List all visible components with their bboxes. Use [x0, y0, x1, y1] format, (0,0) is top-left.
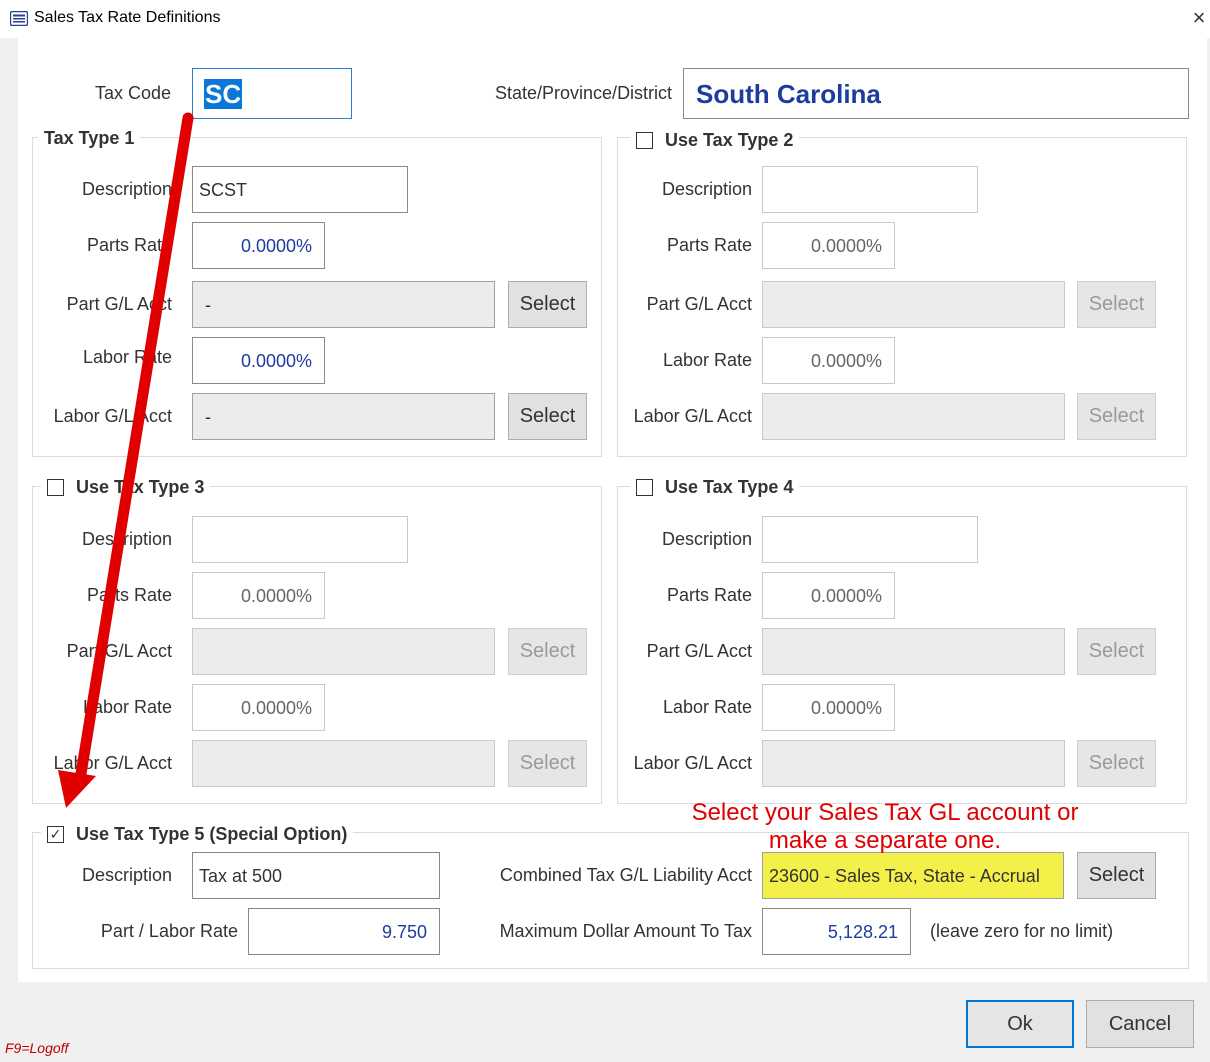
t4-part-gl-label: Part G/L Acct [646, 641, 752, 661]
t1-labor-rate-label: Labor Rate [82, 347, 172, 367]
app-window-icon [10, 11, 28, 26]
t3-parts-rate-input[interactable]: 0.0000% [192, 572, 325, 619]
tax-type-3-title: Use Tax Type 3 [41, 476, 211, 498]
t1-labor-rate-input[interactable]: 0.0000% [192, 337, 325, 384]
t2-parts-rate-label: Parts Rate [666, 235, 752, 255]
t4-parts-rate-input[interactable]: 0.0000% [762, 572, 895, 619]
t4-labor-rate-input[interactable]: 0.0000% [762, 684, 895, 731]
tax-code-selected-text: SC [204, 79, 243, 109]
t4-part-gl-select-button[interactable]: Select [1077, 628, 1156, 675]
state-label: State/Province/District [495, 83, 673, 103]
t1-part-gl-label: Part G/L Acct [66, 294, 172, 314]
tax-type-4-title: Use Tax Type 4 [630, 476, 800, 498]
t4-labor-gl-label: Labor G/L Acct [633, 753, 752, 773]
t2-description-input[interactable] [762, 166, 978, 213]
t3-labor-gl-input [192, 740, 495, 787]
t1-parts-rate-label: Parts Rate [86, 235, 172, 255]
annotation-line-1: Select your Sales Tax GL account or [691, 799, 1079, 826]
cancel-button[interactable]: Cancel [1086, 1000, 1194, 1048]
t4-parts-rate-label: Parts Rate [666, 585, 752, 605]
tax-type-2-checkbox[interactable] [636, 131, 653, 149]
t2-labor-rate-input[interactable]: 0.0000% [762, 337, 895, 384]
t1-labor-gl-input: - [192, 393, 495, 440]
close-icon[interactable]: × [1188, 5, 1210, 31]
t3-labor-rate-label: Labor Rate [82, 697, 172, 717]
t5-rate-label: Part / Labor Rate [100, 921, 238, 941]
t5-description-input[interactable]: Tax at 500 [192, 852, 440, 899]
t2-part-gl-label: Part G/L Acct [646, 294, 752, 314]
t1-part-gl-input: - [192, 281, 495, 328]
t2-labor-gl-label: Labor G/L Acct [633, 406, 752, 426]
t4-part-gl-input [762, 628, 1065, 675]
t3-labor-gl-select-button[interactable]: Select [508, 740, 587, 787]
t3-part-gl-select-button[interactable]: Select [508, 628, 587, 675]
t3-parts-rate-label: Parts Rate [86, 585, 172, 605]
state-input[interactable]: South Carolina [683, 68, 1189, 119]
tax-type-5-title-text: Use Tax Type 5 (Special Option) [76, 824, 348, 844]
t5-rate-input[interactable]: 9.750 [248, 908, 440, 955]
t3-part-gl-label: Part G/L Acct [66, 641, 172, 661]
tax-type-2-title-text: Use Tax Type 2 [665, 130, 794, 150]
tax-type-1-title-text: Tax Type 1 [44, 128, 135, 148]
logoff-hotkey-text: F9=Logoff [5, 1040, 69, 1056]
t3-description-input[interactable] [192, 516, 408, 563]
t5-max-label: Maximum Dollar Amount To Tax [499, 921, 752, 941]
annotation-text: Select your Sales Tax GL account or make… [650, 799, 1120, 855]
t2-description-label: Description [661, 179, 752, 199]
tax-type-5-checkbox[interactable]: ✓ [47, 825, 64, 843]
ok-button[interactable]: Ok [966, 1000, 1074, 1048]
t4-labor-gl-select-button[interactable]: Select [1077, 740, 1156, 787]
t5-max-hint: (leave zero for no limit) [930, 921, 1114, 941]
t2-labor-rate-label: Labor Rate [662, 350, 752, 370]
title-bar: Sales Tax Rate Definitions × [0, 0, 1210, 38]
tax-type-2-title: Use Tax Type 2 [630, 129, 800, 151]
t1-part-gl-select-button[interactable]: Select [508, 281, 587, 328]
t4-labor-rate-label: Labor Rate [662, 697, 752, 717]
tax-code-input[interactable]: SC [192, 68, 352, 119]
t1-description-input[interactable]: SCST [192, 166, 408, 213]
t1-labor-gl-label: Labor G/L Acct [53, 406, 172, 426]
t3-part-gl-input [192, 628, 495, 675]
t2-labor-gl-select-button[interactable]: Select [1077, 393, 1156, 440]
t5-max-input[interactable]: 5,128.21 [762, 908, 911, 955]
t2-parts-rate-input[interactable]: 0.0000% [762, 222, 895, 269]
annotation-line-2: make a separate one. [768, 827, 1002, 854]
tax-type-1-title: Tax Type 1 [38, 127, 141, 149]
tax-type-5-title: ✓ Use Tax Type 5 (Special Option) [41, 823, 354, 845]
t5-combined-gl-input: 23600 - Sales Tax, State - Accrual [762, 852, 1064, 899]
tax-type-3-title-text: Use Tax Type 3 [76, 477, 205, 497]
tax-code-label: Tax Code [95, 83, 172, 103]
t3-labor-rate-input[interactable]: 0.0000% [192, 684, 325, 731]
t5-combined-gl-select-button[interactable]: Select [1077, 852, 1156, 899]
t5-combined-gl-label: Combined Tax G/L Liability Acct [499, 865, 752, 885]
t1-labor-gl-select-button[interactable]: Select [508, 393, 587, 440]
t2-labor-gl-input [762, 393, 1065, 440]
t3-labor-gl-label: Labor G/L Acct [53, 753, 172, 773]
t5-description-label: Description [81, 865, 172, 885]
t1-parts-rate-input[interactable]: 0.0000% [192, 222, 325, 269]
window-title: Sales Tax Rate Definitions [34, 9, 221, 26]
t1-description-label: Description [81, 179, 172, 199]
t3-description-label: Description [81, 529, 172, 549]
tax-type-3-checkbox[interactable] [47, 478, 64, 496]
tax-type-4-title-text: Use Tax Type 4 [665, 477, 794, 497]
t4-description-label: Description [661, 529, 752, 549]
t2-part-gl-select-button[interactable]: Select [1077, 281, 1156, 328]
tax-type-4-checkbox[interactable] [636, 478, 653, 496]
t2-part-gl-input [762, 281, 1065, 328]
t4-description-input[interactable] [762, 516, 978, 563]
t4-labor-gl-input [762, 740, 1065, 787]
